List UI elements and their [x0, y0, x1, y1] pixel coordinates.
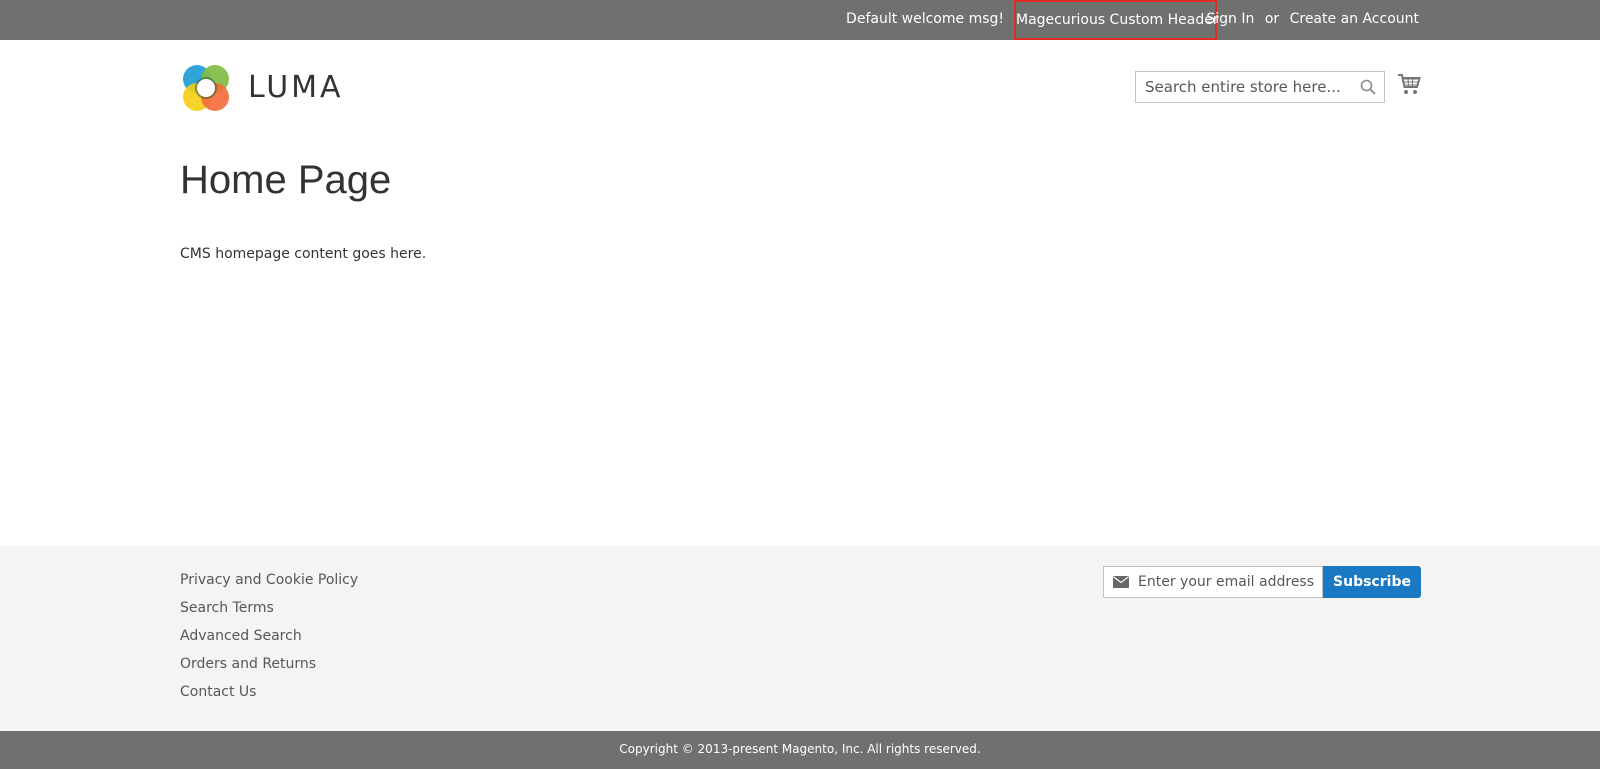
copyright-bar: Copyright © 2013-present Magento, Inc. A… — [0, 731, 1600, 769]
list-item: Privacy and Cookie Policy — [180, 566, 358, 594]
footer-link-privacy[interactable]: Privacy and Cookie Policy — [180, 572, 358, 588]
page-title: Home Page — [180, 158, 392, 202]
shopping-cart-icon[interactable] — [1397, 72, 1421, 96]
subscribe-button[interactable]: Subscribe — [1323, 566, 1421, 598]
list-item: Orders and Returns — [180, 650, 358, 678]
newsletter-field — [1103, 566, 1323, 598]
footer-link-contact[interactable]: Contact Us — [180, 684, 256, 700]
newsletter-email-input[interactable] — [1138, 567, 1322, 597]
logo-text: LUMA — [248, 70, 344, 105]
footer-link-search-terms[interactable]: Search Terms — [180, 600, 274, 616]
list-item: Search Terms — [180, 594, 358, 622]
custom-header-text: Magecurious Custom Header — [1014, 0, 1219, 40]
or-separator: or — [1264, 11, 1280, 27]
page-content: CMS homepage content goes here. — [180, 246, 427, 262]
footer-link-advanced-search[interactable]: Advanced Search — [180, 628, 302, 644]
search-box — [1135, 71, 1385, 103]
header-account-links: Sign In or Create an Account — [1206, 11, 1419, 27]
create-account-link[interactable]: Create an Account — [1290, 11, 1419, 27]
list-item: Advanced Search — [180, 622, 358, 650]
footer-link-orders-returns[interactable]: Orders and Returns — [180, 656, 316, 672]
sign-in-link[interactable]: Sign In — [1206, 11, 1254, 27]
envelope-icon — [1113, 576, 1129, 588]
list-item: Contact Us — [180, 678, 358, 706]
welcome-message: Default welcome msg! — [846, 11, 1004, 27]
footer: Privacy and Cookie Policy Search Terms A… — [0, 546, 1600, 731]
luma-logo-icon — [183, 65, 229, 111]
search-input[interactable] — [1136, 72, 1346, 102]
top-header-bar: Default welcome msg! Magecurious Custom … — [0, 0, 1600, 40]
search-icon[interactable] — [1360, 79, 1376, 95]
footer-links: Privacy and Cookie Policy Search Terms A… — [180, 566, 358, 706]
